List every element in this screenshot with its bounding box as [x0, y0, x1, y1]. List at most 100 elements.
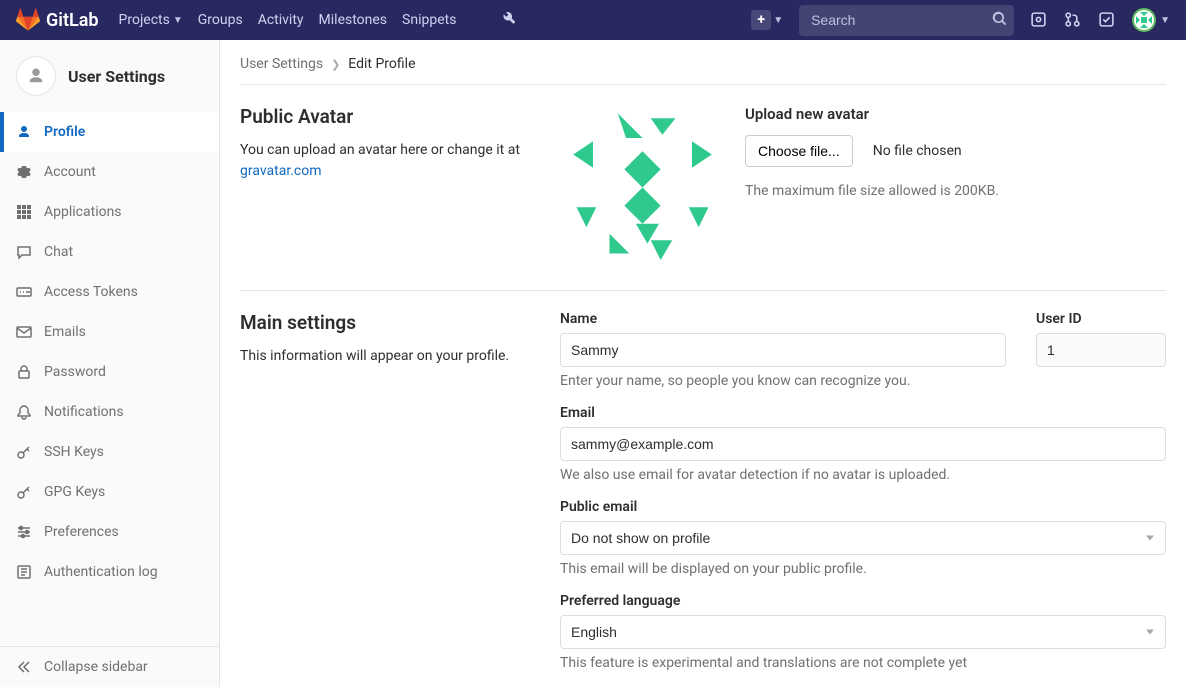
- upload-avatar-col: Upload new avatar Choose file... No file…: [745, 105, 1166, 199]
- preferences-icon: [16, 524, 32, 540]
- sidebar-item-label: Authentication log: [44, 564, 158, 580]
- language-hint: This feature is experimental and transla…: [560, 655, 1166, 671]
- identicon-icon: [560, 105, 725, 270]
- sidebar-footer: Collapse sidebar: [0, 646, 219, 687]
- nav-groups[interactable]: Groups: [198, 12, 243, 28]
- todos-icon[interactable]: [1098, 11, 1116, 29]
- sidebar-item-ssh-keys[interactable]: SSH Keys: [0, 432, 219, 472]
- sidebar-item-label: Emails: [44, 324, 86, 340]
- gravatar-link[interactable]: gravatar.com: [240, 163, 322, 179]
- search-icon[interactable]: [992, 11, 1007, 30]
- userid-label: User ID: [1036, 311, 1166, 327]
- sidebar-header: User Settings: [0, 40, 219, 112]
- sidebar-item-label: Preferences: [44, 524, 119, 540]
- breadcrumb: User Settings ❯ Edit Profile: [240, 56, 1166, 85]
- section-title: Main settings: [240, 311, 560, 334]
- chat-icon: [16, 244, 32, 260]
- name-label: Name: [560, 311, 1006, 327]
- sidebar-item-label: Applications: [44, 204, 122, 220]
- gitlab-logo-icon: [16, 8, 40, 32]
- nav-snippets[interactable]: Snippets: [402, 12, 456, 28]
- sidebar-item-notifications[interactable]: Notifications: [0, 392, 219, 432]
- sidebar-item-label: Account: [44, 164, 96, 180]
- sidebar-nav: Profile Account Applications Chat Access…: [0, 112, 219, 646]
- sidebar: User Settings Profile Account Applicatio…: [0, 40, 220, 687]
- chevron-double-left-icon: [16, 659, 32, 675]
- sidebar-item-chat[interactable]: Chat: [0, 232, 219, 272]
- email-label: Email: [560, 405, 1166, 421]
- sidebar-item-gpg-keys[interactable]: GPG Keys: [0, 472, 219, 512]
- search-input[interactable]: [811, 12, 992, 28]
- public-email-field-group: Public email Do not show on profile This…: [560, 499, 1166, 577]
- chevron-down-icon: ▼: [773, 15, 783, 26]
- lock-icon: [16, 364, 32, 380]
- sidebar-item-emails[interactable]: Emails: [0, 312, 219, 352]
- language-select[interactable]: English: [560, 615, 1166, 649]
- upload-title: Upload new avatar: [745, 105, 1166, 123]
- breadcrumb-root[interactable]: User Settings: [240, 56, 323, 72]
- email-hint: We also use email for avatar detection i…: [560, 467, 1166, 483]
- language-label: Preferred language: [560, 593, 1166, 609]
- search-box: [799, 5, 1014, 36]
- email-input[interactable]: [560, 427, 1166, 461]
- public-email-select[interactable]: Do not show on profile: [560, 521, 1166, 555]
- name-input[interactable]: [560, 333, 1006, 367]
- plus-icon: +: [751, 10, 771, 30]
- applications-icon: [16, 204, 32, 220]
- collapse-sidebar-button[interactable]: Collapse sidebar: [0, 647, 219, 687]
- sidebar-title: User Settings: [68, 67, 165, 86]
- bell-icon: [16, 404, 32, 420]
- sidebar-avatar-icon: [16, 56, 56, 96]
- sidebar-item-access-tokens[interactable]: Access Tokens: [0, 272, 219, 312]
- profile-icon: [16, 124, 32, 140]
- brand-text: GitLab: [46, 10, 99, 31]
- sidebar-item-label: Access Tokens: [44, 284, 138, 300]
- header-right: + ▼ ▼: [751, 5, 1170, 36]
- sidebar-item-auth-log[interactable]: Authentication log: [0, 552, 219, 592]
- section-title: Public Avatar: [240, 105, 560, 128]
- sidebar-item-password[interactable]: Password: [0, 352, 219, 392]
- email-field-group: Email We also use email for avatar detec…: [560, 405, 1166, 483]
- sidebar-item-profile[interactable]: Profile: [0, 112, 219, 152]
- sidebar-item-applications[interactable]: Applications: [0, 192, 219, 232]
- key-icon: [16, 484, 32, 500]
- sidebar-item-label: Profile: [44, 124, 85, 140]
- breadcrumb-current: Edit Profile: [348, 56, 415, 72]
- main-nav: Projects ▼ Groups Activity Milestones Sn…: [119, 10, 518, 30]
- sidebar-item-label: Notifications: [44, 404, 124, 420]
- log-icon: [16, 564, 32, 580]
- key-icon: [16, 444, 32, 460]
- sidebar-item-label: SSH Keys: [44, 444, 104, 460]
- public-avatar-section: Public Avatar You can upload an avatar h…: [240, 85, 1166, 291]
- chevron-down-icon: ▼: [1160, 15, 1170, 26]
- choose-file-button[interactable]: Choose file...: [745, 135, 853, 167]
- issues-icon[interactable]: [1030, 11, 1048, 29]
- name-hint: Enter your name, so people you know can …: [560, 373, 1006, 389]
- nav-projects[interactable]: Projects ▼: [119, 12, 183, 28]
- userid-field-group: User ID: [1036, 311, 1166, 389]
- name-field-group: Name Enter your name, so people you know…: [560, 311, 1006, 389]
- chevron-right-icon: ❯: [331, 58, 340, 71]
- sidebar-item-account[interactable]: Account: [0, 152, 219, 192]
- section-desc: This information will appear on your pro…: [240, 346, 560, 367]
- nav-activity[interactable]: Activity: [258, 12, 304, 28]
- section-desc: You can upload an avatar here or change …: [240, 140, 560, 182]
- brand-logo[interactable]: GitLab: [16, 8, 99, 32]
- collapse-label: Collapse sidebar: [44, 659, 148, 675]
- nav-milestones[interactable]: Milestones: [319, 12, 388, 28]
- sidebar-item-preferences[interactable]: Preferences: [0, 512, 219, 552]
- sidebar-item-label: Chat: [44, 244, 73, 260]
- mail-icon: [16, 324, 32, 340]
- merge-requests-icon[interactable]: [1064, 11, 1082, 29]
- file-size-info: The maximum file size allowed is 200KB.: [745, 183, 1166, 199]
- new-dropdown-button[interactable]: + ▼: [751, 10, 783, 30]
- current-avatar: [560, 105, 725, 270]
- admin-wrench-icon[interactable]: [501, 10, 517, 30]
- chevron-down-icon: ▼: [173, 15, 183, 26]
- section-info: Public Avatar You can upload an avatar h…: [240, 105, 560, 270]
- main-content: User Settings ❯ Edit Profile Public Avat…: [220, 40, 1186, 687]
- token-icon: [16, 284, 32, 300]
- public-email-hint: This email will be displayed on your pub…: [560, 561, 1166, 577]
- user-menu[interactable]: ▼: [1132, 8, 1170, 32]
- public-email-label: Public email: [560, 499, 1166, 515]
